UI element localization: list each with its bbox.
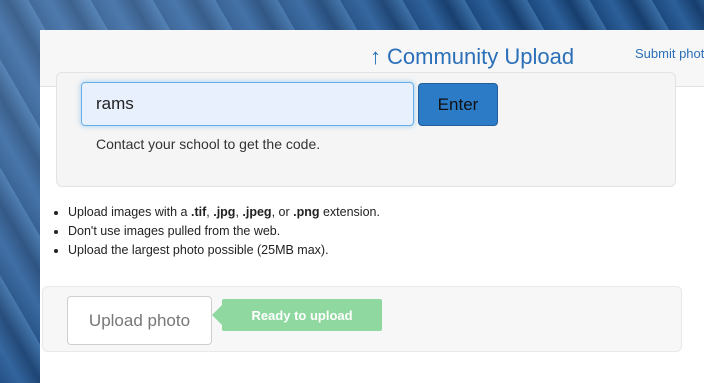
upload-arrow-icon: ↑ <box>370 44 381 69</box>
page-title: ↑ Community Upload <box>370 40 574 74</box>
rule-item-extensions: Upload images with a .tif, .jpg, .jpeg, … <box>68 203 380 222</box>
code-entry-well: Enter Contact your school to get the cod… <box>56 72 676 187</box>
rule-item-max-size: Upload the largest photo possible (25MB … <box>68 241 380 260</box>
upload-photo-button[interactable]: Upload photo <box>67 296 212 345</box>
upload-well: Upload photo Ready to upload <box>42 286 682 352</box>
school-code-input[interactable] <box>81 82 414 126</box>
code-hint-text: Contact your school to get the code. <box>96 136 321 152</box>
page-title-text: Community Upload <box>387 44 575 69</box>
rule-item-no-web-images: Don't use images pulled from the web. <box>68 222 380 241</box>
enter-button[interactable]: Enter <box>418 83 498 126</box>
upload-status-badge: Ready to upload <box>212 299 382 331</box>
submit-photos-link[interactable]: Submit photos <box>635 46 704 61</box>
upload-rules-list: Upload images with a .tif, .jpg, .jpeg, … <box>50 203 380 260</box>
